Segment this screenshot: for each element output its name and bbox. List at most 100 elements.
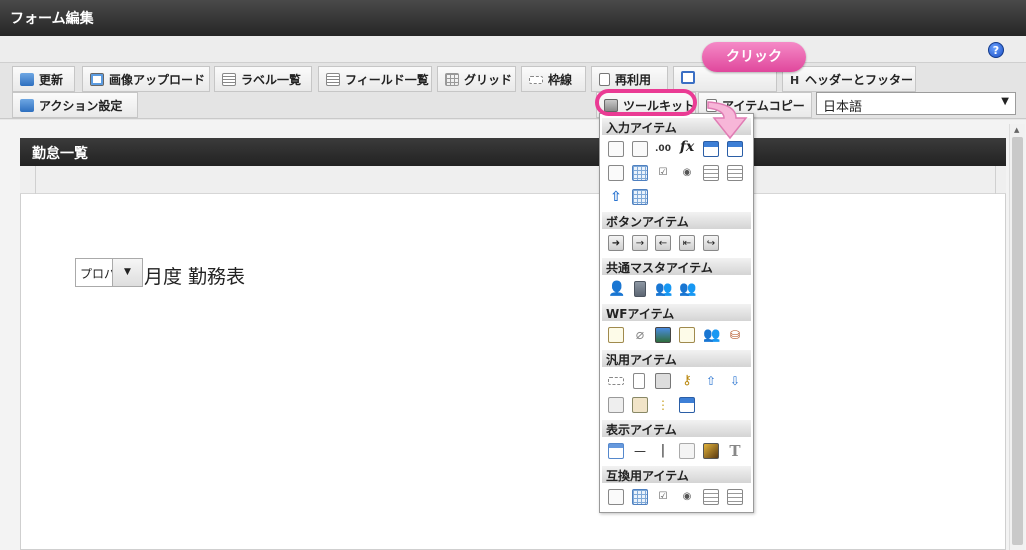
document-icon[interactable] bbox=[633, 373, 645, 389]
scrollbar-thumb[interactable] bbox=[1012, 137, 1023, 545]
image-icon[interactable] bbox=[655, 327, 671, 343]
horizontal-line-icon[interactable]: — bbox=[632, 443, 648, 459]
text-icon[interactable]: T bbox=[727, 443, 743, 459]
download-document-icon[interactable]: ⇩ bbox=[727, 373, 743, 389]
compat-grid-icon[interactable] bbox=[632, 489, 648, 505]
picture-icon[interactable] bbox=[703, 443, 719, 459]
dashed-line-icon[interactable] bbox=[608, 377, 624, 385]
header-footer-icon: H bbox=[790, 74, 800, 87]
key-icon[interactable]: ⚷ bbox=[679, 373, 695, 389]
action-settings-button[interactable]: アクション設定 bbox=[12, 92, 138, 118]
list-box-icon[interactable] bbox=[703, 165, 719, 181]
panel-icon[interactable] bbox=[608, 397, 624, 413]
image-upload-icon bbox=[90, 73, 104, 86]
grid-icon bbox=[445, 73, 459, 86]
checkbox-icon[interactable]: ☑ bbox=[655, 165, 671, 181]
radio-icon[interactable]: ◉ bbox=[679, 165, 695, 181]
language-select[interactable]: 日本語 ▼ bbox=[816, 92, 1016, 115]
section-display-items: 表示アイテム bbox=[602, 420, 751, 437]
upload-document-icon[interactable]: ⇧ bbox=[703, 373, 719, 389]
language-value: 日本語 bbox=[823, 100, 863, 115]
photo-card-icon[interactable] bbox=[632, 397, 648, 413]
highlight-ring bbox=[595, 89, 697, 116]
text-field-icon[interactable] bbox=[608, 141, 624, 157]
compat-list-box-icon[interactable] bbox=[703, 489, 719, 505]
submit-button-icon[interactable]: ➜ bbox=[608, 235, 624, 251]
section-compat-items: 互換用アイテム bbox=[602, 466, 751, 483]
attachment-icon[interactable]: ⌀ bbox=[632, 327, 648, 343]
compat-checkbox-icon[interactable]: ☑ bbox=[655, 489, 671, 505]
section-master-items: 共通マスタアイテム bbox=[602, 258, 751, 275]
file-upload-icon[interactable]: ⇧ bbox=[608, 189, 624, 205]
help-bar: ? bbox=[0, 36, 1026, 63]
memo-icon[interactable] bbox=[608, 327, 624, 343]
label-list-button[interactable]: ラベル一覧 bbox=[214, 66, 312, 92]
refresh-icon bbox=[20, 73, 34, 86]
chevron-down-icon: ▼ bbox=[1001, 96, 1009, 107]
section-button-items: ボタンアイテム bbox=[602, 212, 751, 229]
redirect-button-icon[interactable]: ↪ bbox=[703, 235, 719, 251]
month-select[interactable]: プロパ ▼ bbox=[75, 258, 143, 287]
calendar-icon[interactable] bbox=[679, 397, 695, 413]
label-list-icon bbox=[222, 73, 236, 86]
image-upload-label: 画像アップロード bbox=[109, 73, 206, 87]
field-list-label: フィールド一覧 bbox=[345, 73, 429, 87]
camera-icon[interactable] bbox=[655, 373, 671, 389]
field-list-button[interactable]: フィールド一覧 bbox=[318, 66, 432, 92]
compat-search-field-icon[interactable] bbox=[608, 489, 624, 505]
chevron-down-icon[interactable]: ▼ bbox=[112, 259, 142, 286]
section-wf-items: WFアイテム bbox=[602, 304, 751, 321]
tree-icon[interactable]: ⋮ bbox=[655, 397, 671, 413]
table-icon[interactable] bbox=[632, 189, 648, 205]
panel-subheader bbox=[20, 166, 1006, 194]
action-settings-icon bbox=[20, 99, 34, 112]
approver-icon[interactable]: 👥 bbox=[703, 327, 720, 343]
return-button-icon[interactable]: ⇤ bbox=[679, 235, 695, 251]
border-button[interactable]: 枠線 bbox=[521, 66, 586, 92]
pulldown-icon[interactable] bbox=[727, 165, 743, 181]
vertical-scrollbar[interactable]: ▲ bbox=[1009, 124, 1025, 550]
column-divider bbox=[35, 166, 36, 194]
position-icon[interactable]: 👥 bbox=[679, 281, 696, 297]
panel-title: 勤怠一覧 bbox=[20, 138, 1006, 166]
organization-icon[interactable]: 👥 bbox=[655, 281, 672, 297]
layout-icon bbox=[681, 71, 695, 84]
label-box-icon[interactable] bbox=[608, 443, 624, 459]
refresh-button[interactable]: 更新 bbox=[12, 66, 75, 92]
refresh-label: 更新 bbox=[39, 73, 64, 87]
formula-icon[interactable]: fx bbox=[679, 139, 695, 155]
month-select-value: プロパ bbox=[80, 267, 114, 281]
grid-button[interactable]: グリッド bbox=[437, 66, 516, 92]
compat-radio-icon[interactable]: ◉ bbox=[679, 489, 695, 505]
window-title: フォーム編集 bbox=[0, 0, 1026, 36]
action-settings-label: アクション設定 bbox=[39, 99, 123, 113]
text-box-icon[interactable] bbox=[632, 141, 648, 157]
help-icon[interactable]: ? bbox=[988, 42, 1004, 58]
history-icon[interactable] bbox=[679, 327, 695, 343]
label-list-label: ラベル一覧 bbox=[241, 73, 302, 87]
header-footer-label: ヘッダーとフッター bbox=[805, 73, 914, 87]
search-field-icon[interactable] bbox=[608, 165, 624, 181]
date-range-icon[interactable] bbox=[727, 141, 743, 157]
form-title: 月度 勤務表 bbox=[144, 266, 246, 288]
stamp-icon[interactable]: ⛁ bbox=[727, 327, 743, 343]
company-icon[interactable] bbox=[634, 281, 646, 297]
rectangle-icon[interactable] bbox=[679, 443, 695, 459]
vertical-line-icon[interactable]: | bbox=[655, 443, 671, 459]
form-panel bbox=[20, 138, 1006, 550]
next-button-icon[interactable]: → bbox=[632, 235, 648, 251]
scroll-up-icon[interactable]: ▲ bbox=[1014, 126, 1019, 134]
user-icon[interactable]: 👤 bbox=[608, 281, 625, 297]
header-footer-button[interactable]: H ヘッダーとフッター bbox=[782, 66, 916, 92]
grid-label: グリッド bbox=[464, 73, 513, 87]
decimal-number-icon[interactable]: .00 bbox=[655, 141, 671, 157]
date-icon[interactable] bbox=[703, 141, 719, 157]
compat-pulldown-icon[interactable] bbox=[727, 489, 743, 505]
border-icon bbox=[529, 76, 543, 84]
image-upload-button[interactable]: 画像アップロード bbox=[82, 66, 210, 92]
click-callout: クリック bbox=[702, 42, 806, 72]
reuse-label: 再利用 bbox=[615, 73, 652, 87]
back-button-icon[interactable]: ← bbox=[655, 235, 671, 251]
toolbar: 更新 画像アップロード ラベル一覧 フィールド一覧 グリッド 枠線 再利用 Hヘ… bbox=[0, 63, 1026, 119]
grid-table-icon[interactable] bbox=[632, 165, 648, 181]
